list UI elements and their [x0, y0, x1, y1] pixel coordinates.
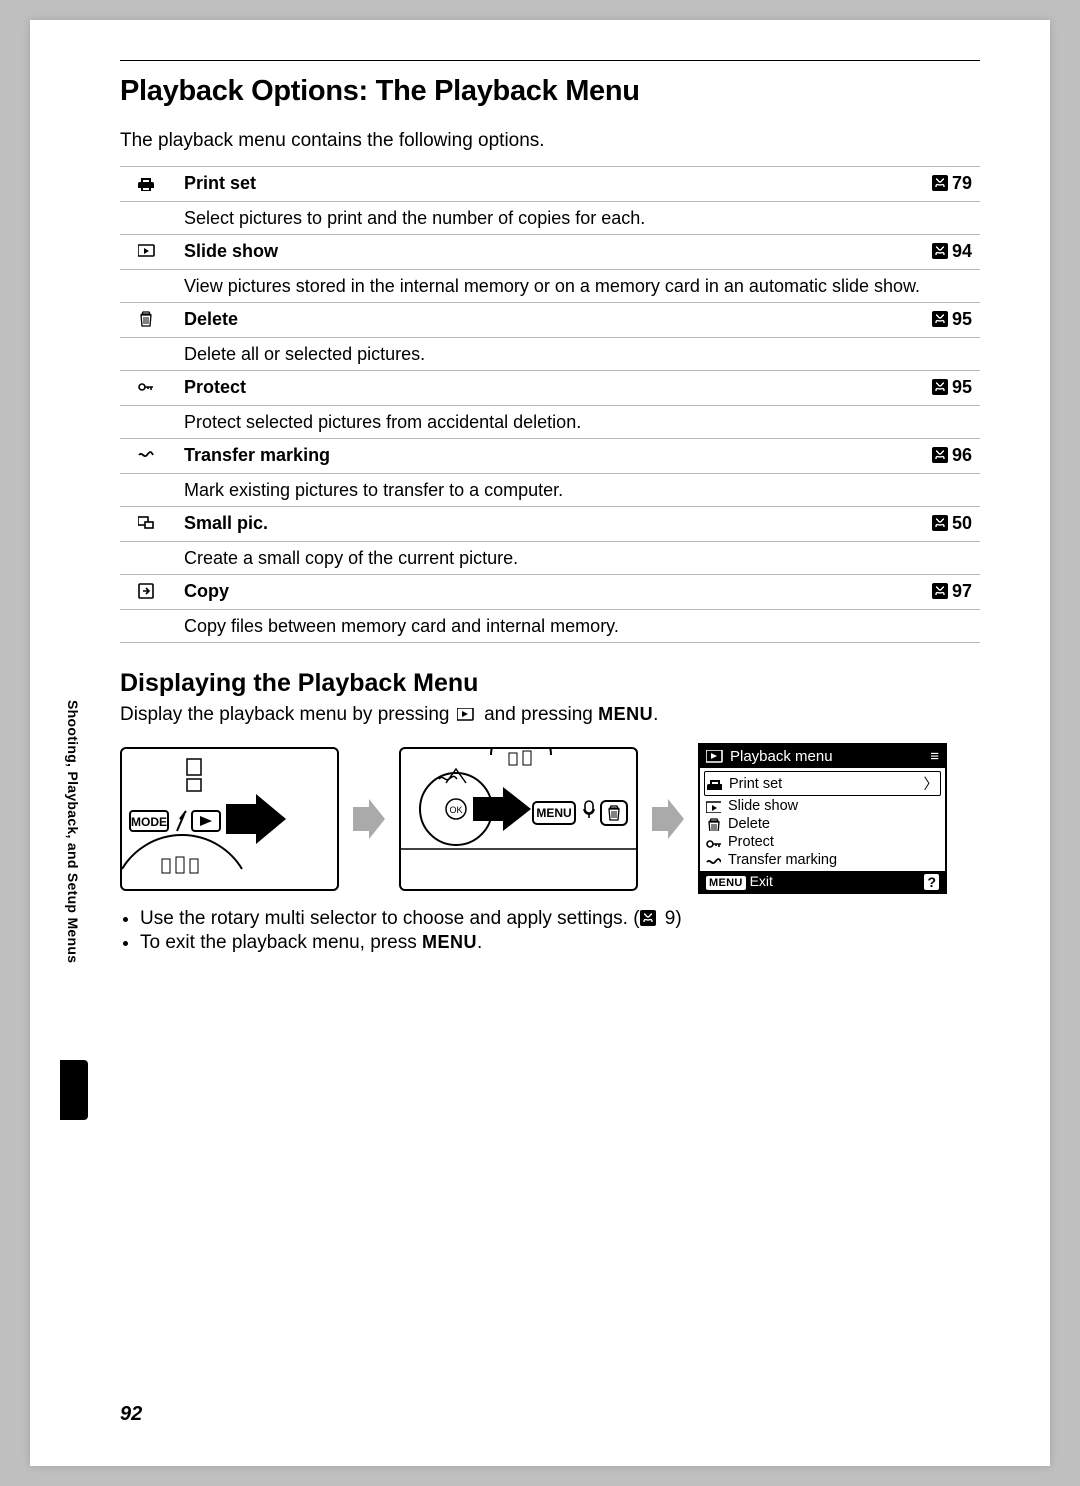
step-arrow-icon	[351, 799, 387, 839]
option-title-row: Delete95	[120, 303, 980, 338]
copy-icon	[138, 583, 156, 604]
option-desc-row: View pictures stored in the internal mem…	[120, 270, 980, 303]
ref-icon	[932, 175, 948, 191]
screen-menu-item: Print set〉	[704, 771, 941, 796]
option-page-ref: 97	[894, 575, 980, 610]
option-name: Copy	[176, 575, 894, 610]
playback-menu-screen: Playback menu ≡ Print set〉Slide showDele…	[698, 743, 947, 894]
option-page-ref: 94	[894, 235, 980, 270]
camera-back-diagram-1: MODE	[120, 747, 339, 891]
instruction-item: To exit the playback menu, press MENU.	[140, 932, 980, 954]
display-intro: Display the playback menu by pressing an…	[120, 704, 980, 729]
page-title: Playback Options: The Playback Menu	[120, 75, 980, 108]
screen-menu-item: Protect	[704, 833, 941, 851]
camera-back-diagram-2: OK MENU	[399, 747, 638, 891]
page-content: Playback Options: The Playback Menu The …	[30, 20, 1050, 954]
ref-icon	[932, 515, 948, 531]
screen-menu-item: Transfer marking	[704, 851, 941, 869]
option-desc-row: Mark existing pictures to transfer to a …	[120, 474, 980, 507]
transfer-icon	[138, 447, 156, 468]
screen-menu-item: Delete	[704, 815, 941, 833]
option-title-row: Small pic.50	[120, 507, 980, 542]
option-page-ref: 95	[894, 371, 980, 406]
display-title: Displaying the Playback Menu	[120, 669, 980, 698]
option-title-row: Protect95	[120, 371, 980, 406]
instruction-item: Use the rotary multi selector to choose …	[140, 908, 980, 930]
screen-title-bar: Playback menu ≡	[700, 745, 945, 768]
option-desc: Copy files between memory card and inter…	[176, 610, 980, 643]
step-arrow-icon	[650, 799, 686, 839]
option-page-ref: 50	[894, 507, 980, 542]
option-desc: Protect selected pictures from accidenta…	[176, 406, 980, 439]
option-title-row: Print set79	[120, 167, 980, 202]
side-section-tab: Shooting, Playback, and Setup Menus	[65, 700, 81, 963]
smallpic-icon	[138, 515, 156, 536]
menu-word: MENU	[598, 704, 653, 724]
ref-icon	[932, 447, 948, 463]
option-title-row: Slide show94	[120, 235, 980, 270]
screen-footer: MENUExit ?	[700, 871, 945, 892]
option-title-row: Transfer marking96	[120, 439, 980, 474]
option-desc-row: Select pictures to print and the number …	[120, 202, 980, 235]
screen-menu-item: Slide show	[704, 797, 941, 815]
option-name: Transfer marking	[176, 439, 894, 474]
top-rule	[120, 60, 980, 61]
illustration-row: MODE	[120, 743, 980, 894]
key-icon	[138, 379, 156, 400]
svg-text:OK: OK	[449, 805, 462, 815]
option-title-row: Copy97	[120, 575, 980, 610]
option-name: Slide show	[176, 235, 894, 270]
ref-icon	[932, 243, 948, 259]
option-name: Print set	[176, 167, 894, 202]
option-desc: View pictures stored in the internal mem…	[176, 270, 980, 303]
side-thumb-tab	[60, 1060, 88, 1120]
option-name: Delete	[176, 303, 894, 338]
option-page-ref: 96	[894, 439, 980, 474]
instruction-list: Use the rotary multi selector to choose …	[120, 908, 980, 954]
play-icon	[457, 707, 477, 729]
options-table: Print set79Select pictures to print and …	[120, 166, 980, 643]
option-page-ref: 95	[894, 303, 980, 338]
ref-icon	[932, 311, 948, 327]
slide-icon	[138, 243, 156, 264]
option-desc-row: Protect selected pictures from accidenta…	[120, 406, 980, 439]
ref-icon	[932, 379, 948, 395]
svg-text:MODE: MODE	[131, 815, 167, 829]
trash-icon	[138, 311, 156, 332]
page-number: 92	[120, 1403, 142, 1426]
print-icon	[138, 175, 156, 196]
option-desc-row: Create a small copy of the current pictu…	[120, 542, 980, 575]
option-desc-row: Delete all or selected pictures.	[120, 338, 980, 371]
svg-text:MENU: MENU	[536, 806, 571, 820]
option-desc: Create a small copy of the current pictu…	[176, 542, 980, 575]
option-page-ref: 79	[894, 167, 980, 202]
option-name: Protect	[176, 371, 894, 406]
option-name: Small pic.	[176, 507, 894, 542]
option-desc: Select pictures to print and the number …	[176, 202, 980, 235]
option-desc: Delete all or selected pictures.	[176, 338, 980, 371]
page-intro: The playback menu contains the following…	[120, 130, 980, 152]
option-desc: Mark existing pictures to transfer to a …	[176, 474, 980, 507]
ref-icon	[932, 583, 948, 599]
ref-icon	[640, 910, 656, 926]
option-desc-row: Copy files between memory card and inter…	[120, 610, 980, 643]
